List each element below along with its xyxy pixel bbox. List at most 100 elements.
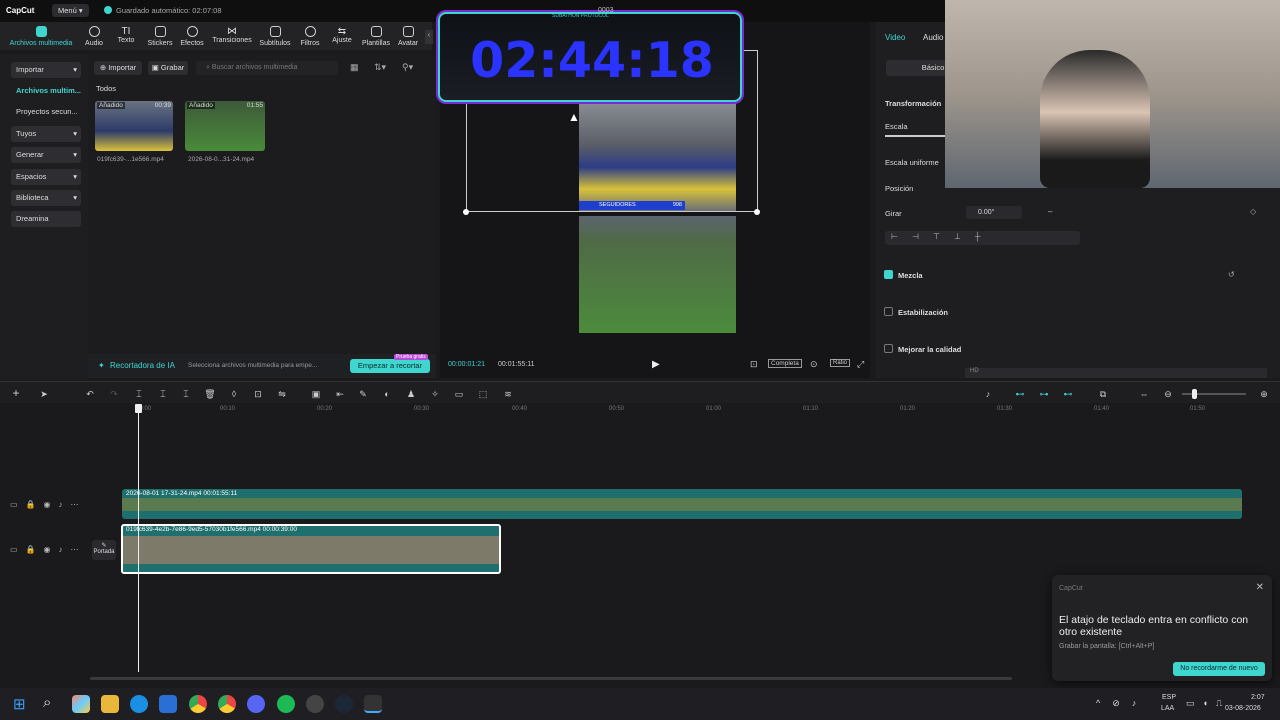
resize-handle[interactable]: [754, 209, 760, 215]
quality-select[interactable]: HD: [965, 368, 1267, 378]
reset-icon[interactable]: ↺: [1228, 270, 1235, 279]
grid-view-icon[interactable]: ▦: [350, 62, 359, 73]
tab-audio[interactable]: Audio: [923, 33, 943, 42]
lang-secondary[interactable]: LAA: [1161, 705, 1174, 712]
sidebar-item-tuyos[interactable]: Tuyos ▾: [11, 126, 81, 142]
store-icon[interactable]: [159, 695, 177, 713]
tool-efectos[interactable]: Efectos: [173, 26, 211, 47]
copilot-icon[interactable]: [72, 695, 90, 713]
marker-icon[interactable]: ◊: [228, 389, 240, 399]
file-explorer-icon[interactable]: [101, 695, 119, 713]
track-2-controls[interactable]: ▭🔒◉♪⋯: [10, 545, 87, 554]
keyframe-icon[interactable]: ◇: [1250, 207, 1256, 216]
redo-icon[interactable]: ↷: [108, 389, 120, 399]
import-button[interactable]: ⊕ Importar: [94, 61, 142, 75]
crop-icon[interactable]: ⊡: [750, 359, 758, 370]
stabilize-checkbox[interactable]: [884, 307, 893, 316]
link-icon[interactable]: ⊷: [1014, 389, 1026, 399]
menu-button[interactable]: Menú ▾: [52, 4, 89, 17]
mirror-icon[interactable]: ⇋: [276, 389, 288, 399]
play-icon[interactable]: ▶: [652, 359, 660, 370]
align-buttons[interactable]: ⊢⊣⊤⊥┼: [885, 231, 1080, 245]
clip-webcam[interactable]: 019fc639-4e2b-7e86-9ed5-57030b1fe566.mp4…: [121, 524, 501, 574]
ai-effect-icon[interactable]: ♟: [405, 389, 417, 399]
subtitle-icon[interactable]: ▭: [453, 389, 465, 399]
obs-icon[interactable]: [306, 695, 324, 713]
tray-icons[interactable]: ^⊘♪: [1096, 698, 1148, 709]
tool-subtitulos[interactable]: Subtítulos: [256, 26, 294, 47]
magic-icon[interactable]: ✧: [429, 389, 441, 399]
resize-handle[interactable]: [463, 209, 469, 215]
sidebar-item-importar[interactable]: Importar ▾: [11, 62, 81, 78]
tab-video[interactable]: Video: [885, 33, 905, 42]
select-tool-icon[interactable]: ➤: [38, 389, 50, 399]
tool-texto[interactable]: TI Texto: [107, 26, 145, 44]
record-button[interactable]: ▣ Grabar: [148, 61, 188, 75]
clock-time[interactable]: 2:07: [1251, 694, 1265, 701]
tool-plantillas[interactable]: Plantillas: [358, 26, 394, 47]
status-icons[interactable]: ▭◖⎍: [1186, 698, 1230, 709]
tool-archivos[interactable]: Archivos multimedia: [8, 26, 74, 47]
steam-icon[interactable]: [335, 695, 353, 713]
delete-icon[interactable]: 🗑: [204, 389, 216, 399]
freeze-icon[interactable]: ▣: [310, 389, 322, 399]
rotate-input[interactable]: 0.00°: [966, 206, 1022, 219]
flip-icon[interactable]: –: [1048, 207, 1052, 216]
sidebar-item-dreamina[interactable]: Dreamina: [11, 211, 81, 227]
sort-icon[interactable]: ⇅▾: [374, 62, 386, 73]
filter-icon[interactable]: ⚲▾: [402, 62, 413, 73]
fit-icon[interactable]: ⇔: [1138, 389, 1150, 399]
add-track-icon[interactable]: +: [10, 386, 22, 400]
lang-primary[interactable]: ESP: [1162, 694, 1176, 701]
windows-start-icon[interactable]: ⊞: [13, 695, 26, 713]
crop-tool-icon[interactable]: ⊡: [252, 389, 264, 399]
magnet-icon[interactable]: ⊷: [1062, 389, 1074, 399]
ratio-button[interactable]: Ratio: [830, 359, 851, 367]
focus-icon[interactable]: ⊙: [810, 359, 818, 370]
tool-ajuste[interactable]: ⇆ Ajuste: [326, 26, 358, 44]
sidebar-item-biblioteca[interactable]: Biblioteca ▾: [11, 190, 81, 206]
media-thumb-1[interactable]: Añadido 00:39: [95, 101, 173, 151]
sidebar-item-espacios[interactable]: Espacios ▾: [11, 169, 81, 185]
split-left-icon[interactable]: ⌶: [157, 389, 169, 399]
spotify-icon[interactable]: [277, 695, 295, 713]
start-cut-button[interactable]: Empezar a recortar: [350, 359, 430, 373]
split-icon[interactable]: ⌶: [133, 389, 145, 399]
capcut-task-icon[interactable]: [364, 695, 382, 713]
zoom-thumb[interactable]: [1192, 389, 1197, 399]
undo-icon[interactable]: ↶: [84, 389, 96, 399]
export-frame-icon[interactable]: ⬚: [477, 389, 489, 399]
mask-icon[interactable]: ◐: [381, 389, 393, 399]
scale-slider[interactable]: [885, 135, 945, 137]
zoom-in-icon[interactable]: ⊕: [1258, 389, 1270, 399]
reverse-icon[interactable]: ⇤: [334, 389, 346, 399]
edge-icon[interactable]: [130, 695, 148, 713]
split-right-icon[interactable]: ⌶: [180, 389, 192, 399]
playhead[interactable]: [135, 404, 142, 672]
media-thumb-2[interactable]: Añadido 01:55: [185, 101, 265, 151]
full-quality-button[interactable]: Completa: [768, 359, 802, 368]
zoom-slider[interactable]: [1182, 389, 1246, 399]
media-filter-all[interactable]: Todos: [96, 84, 116, 93]
search-icon[interactable]: ⌕: [43, 694, 51, 711]
tool-transiciones[interactable]: ⋈ Transiciones: [210, 26, 254, 44]
chrome-icon[interactable]: [189, 695, 207, 713]
timeline-scrollbar[interactable]: [90, 677, 1012, 680]
mic-icon[interactable]: ♪: [982, 389, 994, 399]
chrome-profile-icon[interactable]: [218, 695, 236, 713]
enhance-checkbox[interactable]: [884, 344, 893, 353]
zoom-out-icon[interactable]: ⊖: [1162, 389, 1174, 399]
fullscreen-icon[interactable]: ⤢: [857, 359, 864, 370]
dont-remind-button[interactable]: No recordarme de nuevo: [1173, 662, 1265, 676]
tool-avatar[interactable]: Avatar: [394, 26, 422, 47]
speed-icon[interactable]: ✎: [357, 389, 369, 399]
audio-wave-icon[interactable]: ≋: [502, 389, 514, 399]
track-1-controls[interactable]: ▭🔒◉♪⋯: [10, 500, 87, 509]
snap-icon[interactable]: ⊶: [1038, 389, 1050, 399]
cover-button[interactable]: ✎ Portada: [92, 540, 116, 560]
preview-axis-icon[interactable]: ⧉: [1097, 389, 1109, 399]
close-icon[interactable]: ✕: [1256, 582, 1264, 593]
tool-filtros[interactable]: Filtros: [294, 26, 326, 47]
clock-date[interactable]: 03-08-2026: [1225, 705, 1261, 712]
sidebar-item-archivos[interactable]: Archivos multim...: [11, 83, 81, 99]
